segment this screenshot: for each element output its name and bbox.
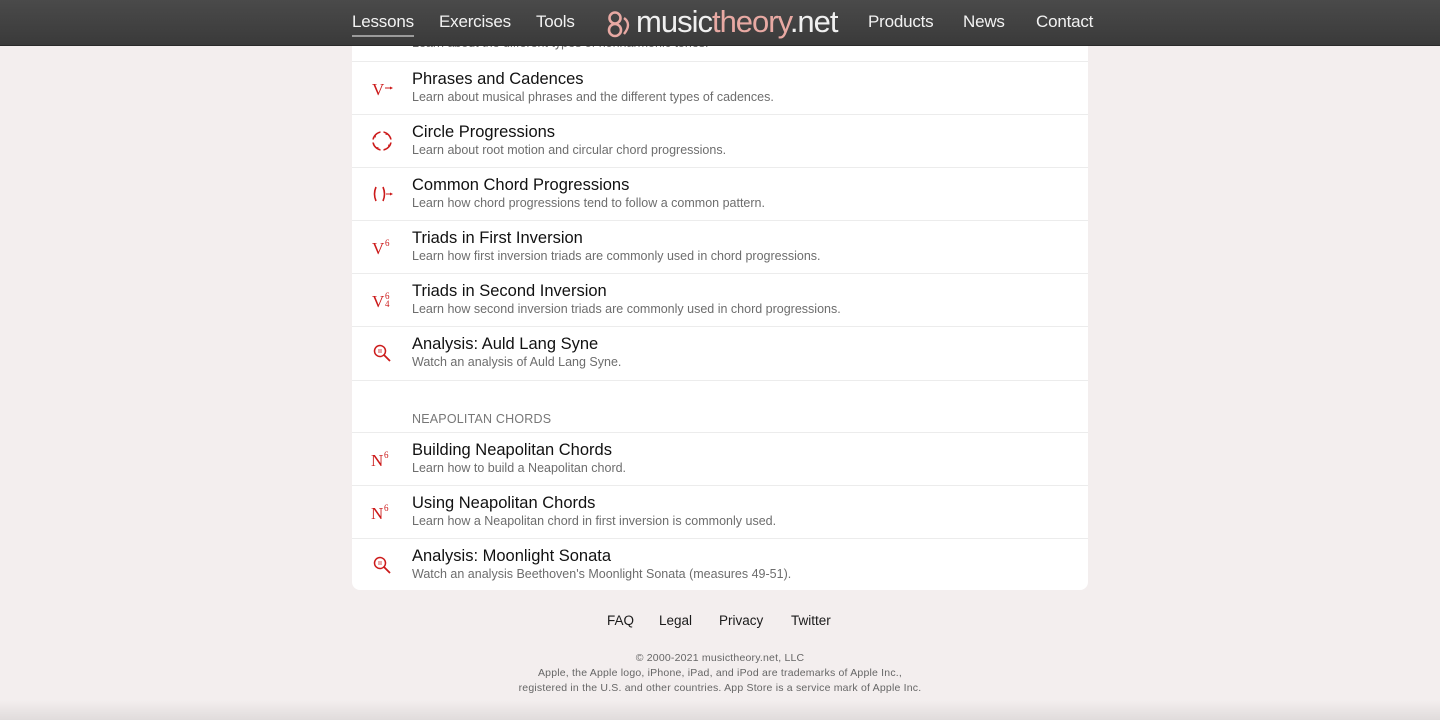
lesson-row-first-inversion[interactable]: V 6 Triads in First Inversion Learn how … — [352, 220, 1088, 274]
footer-twitter-link[interactable]: Twitter — [791, 613, 831, 628]
lesson-title: Common Chord Progressions — [412, 176, 630, 194]
logo-music: music — [636, 4, 713, 39]
neapolitan-6-glyph: 6 — [384, 450, 389, 460]
lesson-description: Learn how chord progressions tend to fol… — [412, 196, 765, 210]
lesson-row-common-chord-progressions[interactable]: Common Chord Progressions Learn how chor… — [352, 167, 1088, 221]
lesson-row-analysis-auld-lang-syne[interactable]: Analysis: Auld Lang Syne Watch an analys… — [352, 326, 1088, 380]
lesson-title: Analysis: Auld Lang Syne — [412, 335, 599, 353]
footer-trademark-line-2: registered in the U.S. and other countri… — [518, 682, 922, 694]
lesson-description: Learn how a Neapolitan chord in first in… — [412, 514, 777, 528]
footer-links: FAQ Legal Privacy Twitter — [0, 613, 1440, 633]
lesson-description: Learn about root motion and circular cho… — [412, 143, 727, 157]
second-inversion-4-glyph: 4 — [385, 299, 390, 309]
analysis-magnifier-icon — [373, 344, 391, 362]
lesson-description: Watch an analysis Beethoven's Moonlight … — [412, 567, 792, 581]
lesson-row-using-neapolitan[interactable]: N 6 Using Neapolitan Chords Learn how a … — [352, 485, 1088, 539]
lesson-description: Learn how second inversion triads are co… — [412, 302, 841, 316]
section-label: NEAPOLITAN CHORDS — [412, 412, 552, 426]
neapolitan-n-glyph: N — [371, 504, 383, 523]
neapolitan-icon: N 6 — [371, 503, 389, 523]
neapolitan-6-glyph: 6 — [384, 503, 389, 513]
footer-copyright: © 2000-2021 musictheory.net, LLC — [635, 652, 805, 664]
analysis-magnifier-icon — [373, 556, 391, 574]
lesson-description: Learn about musical phrases and the diff… — [412, 90, 774, 104]
first-inversion-6-glyph: 6 — [385, 238, 390, 248]
neapolitan-n-glyph: N — [371, 451, 383, 470]
lesson-title: Triads in Second Inversion — [412, 282, 607, 300]
bottom-shadow — [0, 700, 1440, 720]
logo-net: .net — [789, 4, 839, 39]
lesson-row-phrases-cadences[interactable]: V Phrases and Cadences Learn about music… — [352, 61, 1088, 115]
logo-theory: theory — [711, 4, 791, 39]
nav-news-link[interactable]: News — [963, 12, 1005, 32]
logo-clef-icon — [607, 11, 630, 38]
neapolitan-icon: N 6 — [371, 450, 389, 470]
section-header-neapolitan: NEAPOLITAN CHORDS — [352, 380, 1088, 433]
lesson-description: Watch an analysis of Auld Lang Syne. — [412, 355, 622, 369]
lesson-title: Triads in First Inversion — [412, 229, 583, 247]
nav-contact-link[interactable]: Contact — [1036, 12, 1093, 32]
lesson-title: Using Neapolitan Chords — [412, 494, 596, 512]
lesson-title: Circle Progressions — [412, 123, 556, 141]
lesson-row-building-neapolitan[interactable]: N 6 Building Neapolitan Chords Learn how… — [352, 432, 1088, 486]
chord-progression-icon — [373, 186, 393, 202]
lesson-title: Phrases and Cadences — [412, 70, 584, 88]
first-inversion-icon: V 6 — [372, 238, 390, 258]
lesson-title: Building Neapolitan Chords — [412, 441, 612, 459]
lesson-description: Learn how to build a Neapolitan chord. — [412, 461, 627, 475]
logo-wordmark: musictheory.net — [636, 4, 839, 40]
nav-exercises-link[interactable]: Exercises — [439, 12, 511, 32]
lesson-title: Analysis: Moonlight Sonata — [412, 547, 612, 565]
second-inversion-v-glyph: V — [372, 292, 385, 311]
lessons-card: Learn about the different types of nonha… — [352, 0, 1088, 590]
footer-trademark-line-1: Apple, the Apple logo, iPhone, iPad, and… — [537, 667, 903, 679]
footer-legal-link[interactable]: Legal — [659, 613, 692, 628]
footer-privacy-link[interactable]: Privacy — [719, 613, 763, 628]
second-inversion-icon: V 6 4 — [372, 291, 390, 311]
footer-faq-link[interactable]: FAQ — [607, 613, 634, 628]
nav-lessons-link[interactable]: Lessons — [352, 12, 414, 37]
cadence-icon: V — [372, 80, 393, 99]
lesson-row-analysis-moonlight-sonata[interactable]: Analysis: Moonlight Sonata Watch an anal… — [352, 538, 1088, 590]
nav-tools-link[interactable]: Tools — [536, 12, 575, 32]
top-navbar: Lessons Exercises Tools musictheory.net … — [0, 0, 1440, 46]
lesson-row-second-inversion[interactable]: V 6 4 Triads in Second Inversion Learn h… — [352, 273, 1088, 327]
lesson-description: Learn how first inversion triads are com… — [412, 249, 821, 263]
nav-products-link[interactable]: Products — [868, 12, 934, 32]
lesson-row-circle-progressions[interactable]: Circle Progressions Learn about root mot… — [352, 114, 1088, 168]
cadence-icon-glyph: V — [372, 80, 385, 99]
circle-progression-icon — [371, 130, 393, 152]
first-inversion-v-glyph: V — [372, 239, 385, 258]
